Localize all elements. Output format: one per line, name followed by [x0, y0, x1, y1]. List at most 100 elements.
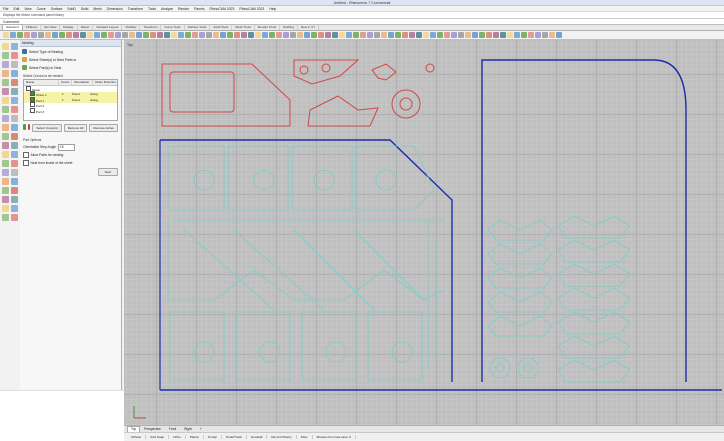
menu-item[interactable]: Curve	[37, 7, 46, 11]
status-item[interactable]: Record History	[267, 434, 297, 439]
tab[interactable]: Drafting	[280, 25, 298, 30]
tool-icon[interactable]	[388, 32, 394, 38]
tool-icon[interactable]	[444, 32, 450, 38]
tool-icon[interactable]	[486, 32, 492, 38]
tree-orientation[interactable]: Fixed	[72, 92, 90, 96]
tool-icon[interactable]	[458, 32, 464, 38]
tool-icon[interactable]	[514, 32, 520, 38]
menu-item[interactable]: Solid	[81, 7, 89, 11]
tool-icon[interactable]	[493, 32, 499, 38]
tool-icon[interactable]	[248, 32, 254, 38]
status-item[interactable]: SmartTrack	[222, 434, 247, 439]
tool-icon[interactable]	[31, 32, 37, 38]
tool-icon[interactable]	[2, 106, 9, 113]
tool-icon[interactable]	[11, 151, 18, 158]
status-item[interactable]: Gumball	[247, 434, 268, 439]
tool-icon[interactable]	[11, 124, 18, 131]
nest-button[interactable]: Nest	[97, 168, 118, 176]
tool-icon[interactable]	[11, 88, 18, 95]
add-icon[interactable]	[23, 124, 26, 130]
tool-icon[interactable]	[213, 32, 219, 38]
tab[interactable]: Set View	[41, 25, 61, 30]
tool-icon[interactable]	[164, 32, 170, 38]
remove-icon[interactable]	[27, 124, 31, 130]
tool-icon[interactable]	[143, 32, 149, 38]
status-item[interactable]: CPlane	[127, 434, 147, 439]
tool-icon[interactable]	[11, 142, 18, 149]
tab[interactable]: Curve Tools	[161, 25, 185, 30]
allow-parts-checkbox[interactable]	[23, 152, 29, 158]
tool-icon[interactable]	[157, 32, 163, 38]
tool-icon[interactable]	[2, 196, 9, 203]
tree-order[interactable]: Along	[90, 92, 112, 96]
tool-icon[interactable]	[241, 32, 247, 38]
nest-tree[interactable]: Name Count Orientation Order Direction S…	[23, 79, 118, 121]
tool-icon[interactable]	[381, 32, 387, 38]
tool-icon[interactable]	[11, 133, 18, 140]
tool-icon[interactable]	[437, 32, 443, 38]
tool-icon[interactable]	[297, 32, 303, 38]
tab[interactable]: CPlanes	[23, 25, 42, 30]
nest-inside-checkbox[interactable]	[23, 160, 29, 166]
tool-icon[interactable]	[178, 32, 184, 38]
tool-icon[interactable]	[283, 32, 289, 38]
tool-icon[interactable]	[479, 32, 485, 38]
tool-icon[interactable]	[11, 169, 18, 176]
tool-icon[interactable]	[2, 160, 9, 167]
tool-icon[interactable]	[11, 160, 18, 167]
tool-icon[interactable]	[11, 79, 18, 86]
menu-item[interactable]: Panels	[194, 7, 204, 11]
tab[interactable]: Render Tools	[255, 25, 281, 30]
panel-action-3[interactable]: Select Part(s) to Nest	[22, 64, 119, 71]
tree-checkbox[interactable]	[30, 96, 35, 102]
tree-row[interactable]: Part 3	[24, 107, 117, 114]
tool-icon[interactable]	[66, 32, 72, 38]
tool-icon[interactable]	[430, 32, 436, 38]
tool-icon[interactable]	[2, 214, 9, 221]
tool-icon[interactable]	[269, 32, 275, 38]
tool-icon[interactable]	[11, 205, 18, 212]
tool-icon[interactable]	[2, 70, 9, 77]
tree-checkbox[interactable]	[30, 107, 35, 113]
menu-item[interactable]: Tools	[148, 7, 156, 11]
tool-icon[interactable]	[318, 32, 324, 38]
tool-icon[interactable]	[52, 32, 58, 38]
tool-icon[interactable]	[11, 70, 18, 77]
top-viewport[interactable]: Top	[124, 40, 724, 425]
tool-icon[interactable]	[374, 32, 380, 38]
tool-icon[interactable]	[556, 32, 562, 38]
status-item[interactable]: Filter	[297, 434, 313, 439]
tool-icon[interactable]	[108, 32, 114, 38]
menu-item[interactable]: View	[24, 7, 31, 11]
tool-icon[interactable]	[24, 32, 30, 38]
tool-icon[interactable]	[360, 32, 366, 38]
tool-icon[interactable]	[416, 32, 422, 38]
menu-item[interactable]: Help	[269, 7, 276, 11]
tool-icon[interactable]	[276, 32, 282, 38]
tool-icon[interactable]	[2, 169, 9, 176]
tool-icon[interactable]	[2, 115, 9, 122]
remove-active-button[interactable]: Remove Active	[89, 124, 118, 132]
tool-icon[interactable]	[94, 32, 100, 38]
tool-icon[interactable]	[199, 32, 205, 38]
tool-icon[interactable]	[192, 32, 198, 38]
tool-icon[interactable]	[2, 142, 9, 149]
menu-item[interactable]: Analyze	[161, 7, 173, 11]
tool-icon[interactable]	[535, 32, 541, 38]
tool-icon[interactable]	[262, 32, 268, 38]
tree-checkbox[interactable]	[30, 102, 35, 108]
tool-icon[interactable]	[465, 32, 471, 38]
tool-icon[interactable]	[206, 32, 212, 38]
spacing-input[interactable]: 15	[58, 143, 75, 151]
check-row-1[interactable]: Allow Parts for nesting	[23, 152, 118, 158]
tool-icon[interactable]	[2, 43, 9, 50]
tool-icon[interactable]	[150, 32, 156, 38]
tool-icon[interactable]	[11, 61, 18, 68]
panel-action-1[interactable]: Select Type of Nesting	[22, 48, 119, 55]
tool-icon[interactable]	[2, 124, 9, 131]
tool-icon[interactable]	[38, 32, 44, 38]
tool-icon[interactable]	[304, 32, 310, 38]
tool-icon[interactable]	[11, 178, 18, 185]
tool-icon[interactable]	[402, 32, 408, 38]
tool-icon[interactable]	[2, 133, 9, 140]
